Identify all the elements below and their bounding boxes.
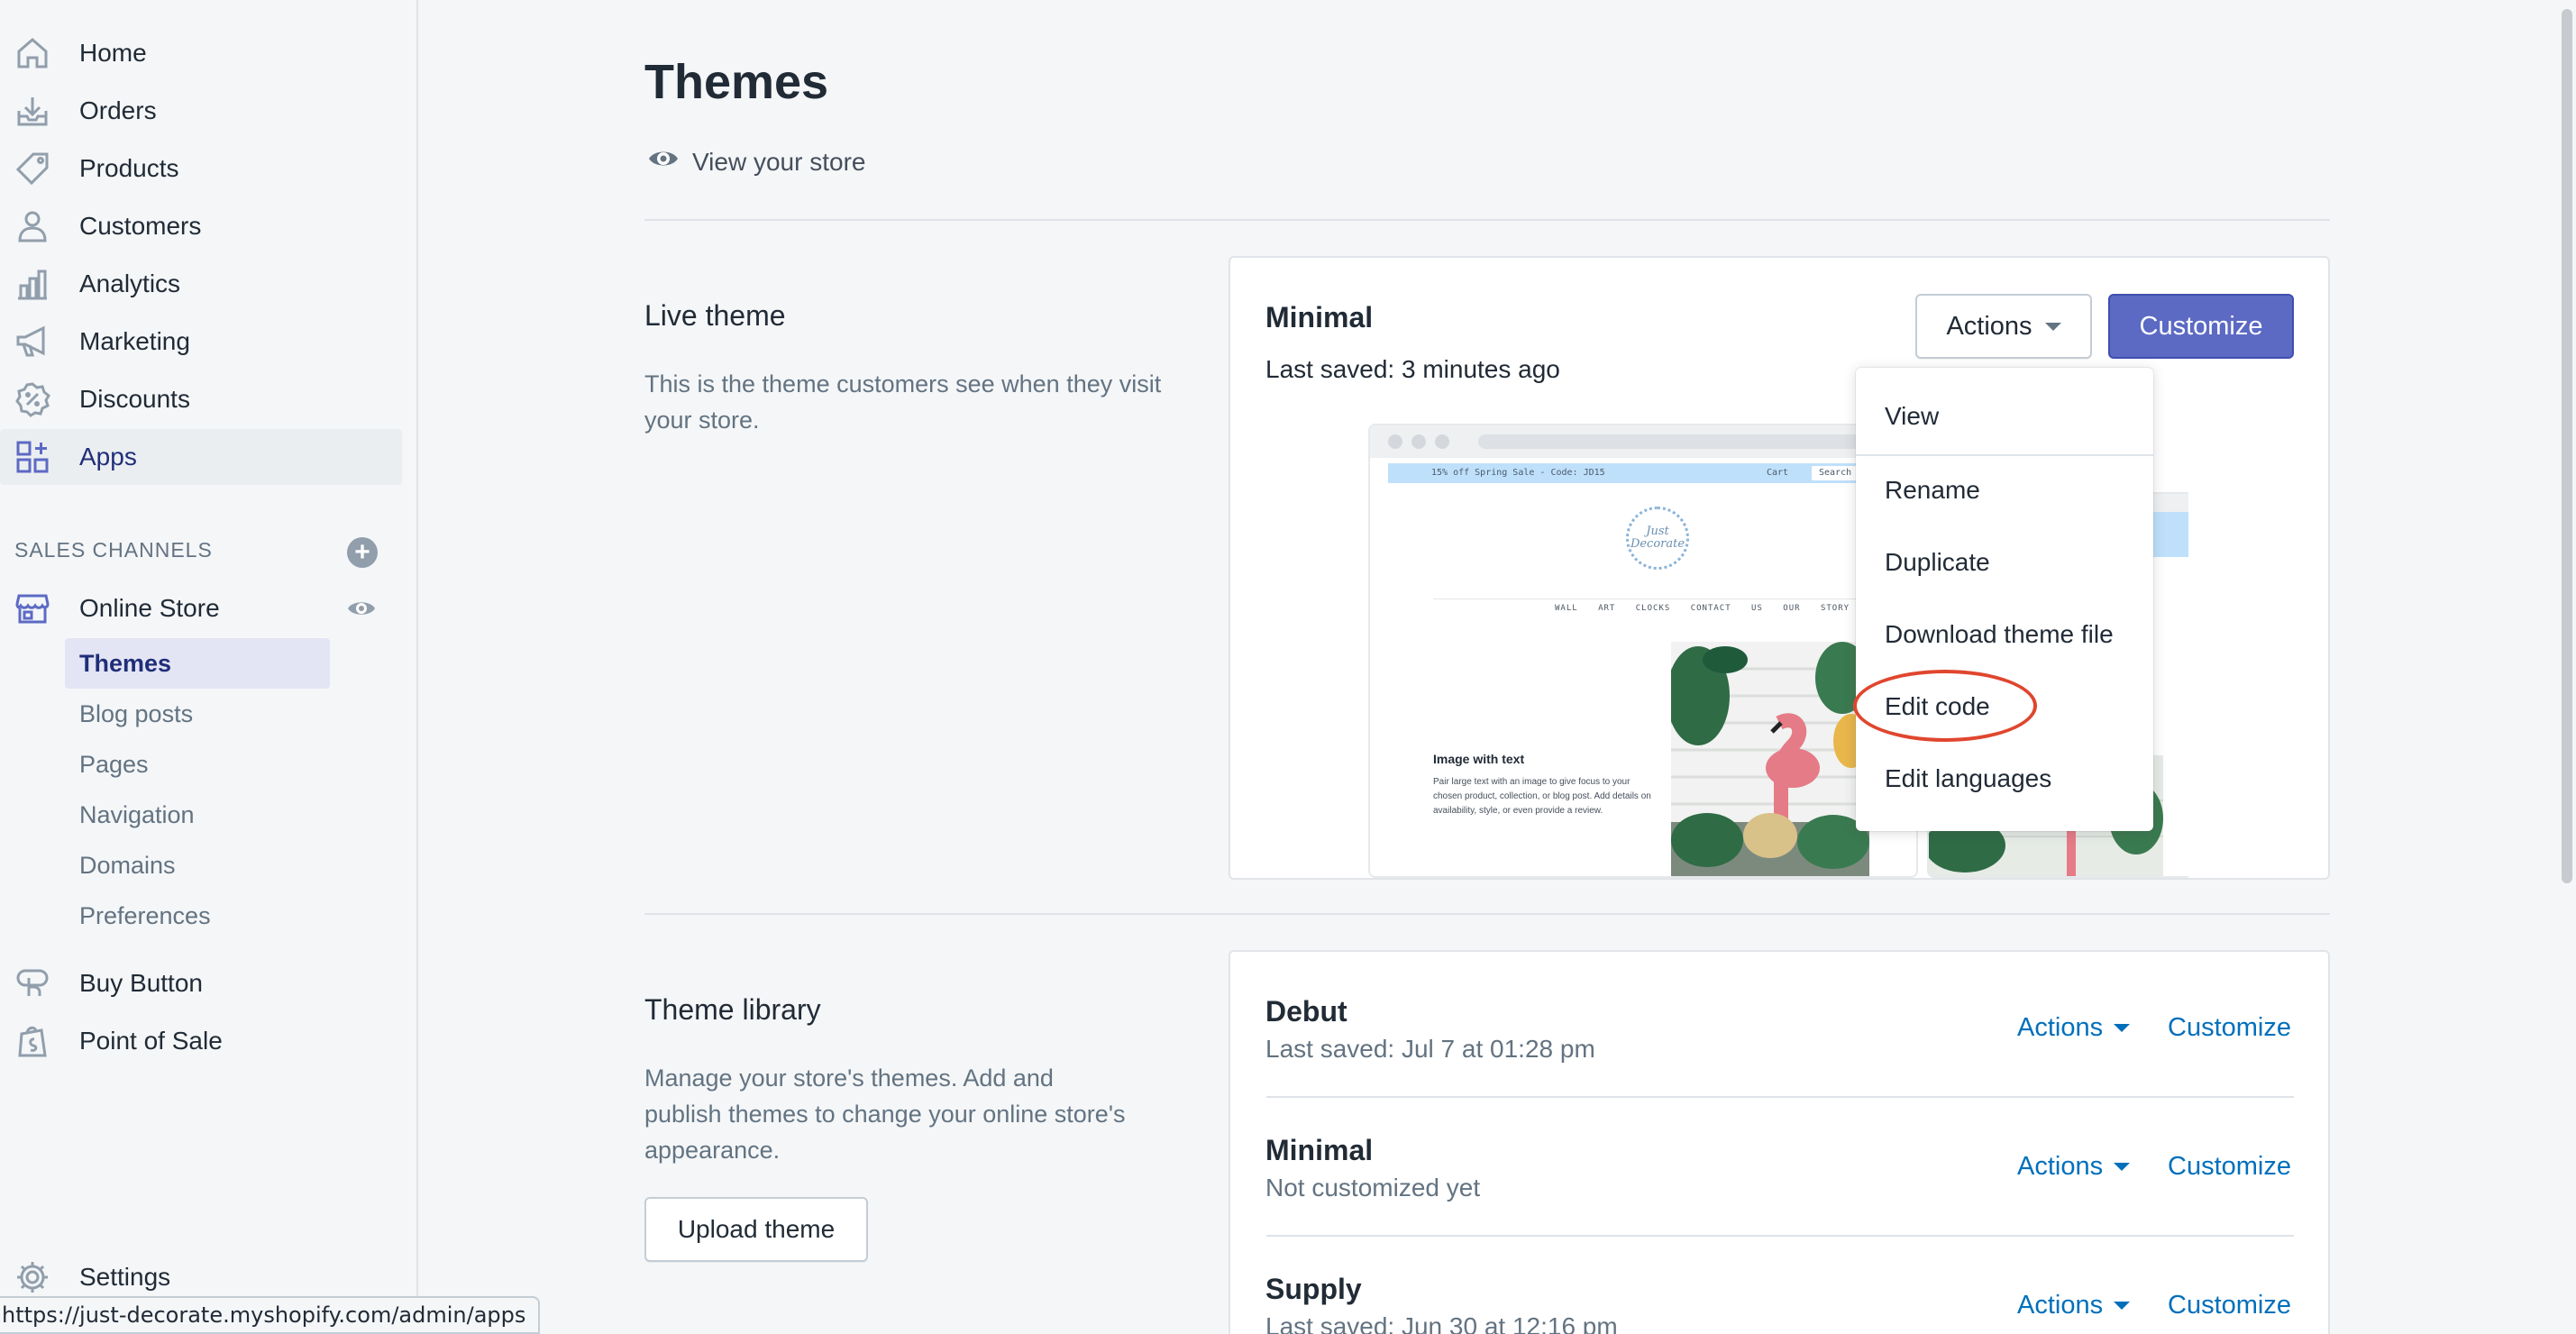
library-actions-supply[interactable]: Actions [2017, 1291, 2131, 1320]
orders-icon [13, 91, 52, 131]
live-theme-saved: Last saved: 3 minutes ago [1265, 355, 1560, 383]
nav-orders[interactable]: Orders [0, 83, 402, 139]
add-sales-channel-icon[interactable]: + [347, 537, 378, 568]
nav-customers[interactable]: Customers [0, 198, 402, 254]
nav-analytics-label: Analytics [79, 270, 181, 297]
theme-library-title: Theme library [644, 993, 821, 1026]
preview-desktop: 15% off Spring Sale - Code: JD15 Cart Se… [1368, 424, 1918, 878]
sub-pages[interactable]: Pages [65, 739, 330, 790]
megaphone-icon [13, 322, 52, 361]
library-customize-debut[interactable]: Customize [2168, 1013, 2291, 1043]
nav-marketing[interactable]: Marketing [0, 314, 402, 370]
header-divider [644, 219, 2330, 221]
view-online-store-eye-icon[interactable] [346, 595, 377, 622]
menu-item-duplicate[interactable]: Duplicate [1885, 548, 1990, 577]
live-theme-name: Minimal [1265, 301, 1374, 334]
discount-icon [13, 379, 52, 419]
row-divider [1266, 1096, 2294, 1098]
preview-announcement: 15% off Spring Sale - Code: JD15 Cart Se… [1388, 463, 1916, 483]
live-theme-customize-button[interactable]: Customize [2108, 294, 2294, 359]
theme-library-card [1229, 950, 2330, 1334]
sub-preferences[interactable]: Preferences [65, 891, 330, 941]
nav-products-label: Products [79, 154, 179, 182]
page-scrollbar-thumb[interactable] [2562, 9, 2572, 883]
nav-buy-button-label: Buy Button [79, 969, 203, 997]
library-theme-saved-minimal: Not customized yet [1265, 1174, 1481, 1202]
nav-online-store[interactable]: Online Store [0, 580, 402, 636]
view-store-label: View your store [692, 147, 866, 176]
library-theme-name-debut: Debut [1265, 995, 1347, 1028]
live-theme-description: This is the theme customers see when the… [644, 370, 1162, 434]
menu-divider [1856, 454, 2153, 456]
library-customize-supply[interactable]: Customize [2168, 1291, 2291, 1320]
sales-channels-header: SALES CHANNELS [14, 538, 213, 562]
theme-library-description: Manage your store's themes. Add and publ… [644, 1064, 1126, 1164]
section-divider [644, 913, 2330, 915]
nav-products[interactable]: Products [0, 141, 402, 196]
nav-point-of-sale[interactable]: Point of Sale [0, 1013, 402, 1069]
shopping-bag-icon [13, 1021, 52, 1061]
nav-marketing-label: Marketing [79, 327, 190, 355]
preview-image-body: Pair large text with an image to give fo… [1433, 777, 1651, 816]
library-actions-minimal[interactable]: Actions [2017, 1152, 2131, 1182]
nav-analytics[interactable]: Analytics [0, 256, 402, 312]
nav-discounts[interactable]: Discounts [0, 371, 402, 427]
nav-orders-label: Orders [79, 96, 157, 124]
nav-apps[interactable]: Apps [0, 429, 402, 485]
menu-item-download-theme-file[interactable]: Download theme file [1885, 620, 2114, 649]
preview-image-title: Image with text [1433, 752, 1525, 766]
home-icon [13, 33, 52, 73]
tag-icon [13, 149, 52, 188]
nav-home-label: Home [79, 39, 147, 67]
sub-domains[interactable]: Domains [65, 840, 330, 891]
person-icon [13, 206, 52, 246]
actions-label: Actions [1946, 311, 2032, 341]
caret-down-icon [2114, 1302, 2131, 1310]
menu-item-edit-languages[interactable]: Edit languages [1885, 764, 2051, 793]
view-store-link[interactable]: View your store [647, 142, 865, 181]
nav-discounts-label: Discounts [79, 385, 190, 413]
upload-theme-button[interactable]: Upload theme [644, 1197, 868, 1262]
live-theme-actions-button[interactable]: Actions [1915, 294, 2092, 359]
library-theme-saved-debut: Last saved: Jul 7 at 01:28 pm [1265, 1035, 1595, 1063]
actions-dropdown-menu: View Rename Duplicate Download theme fil… [1856, 368, 2153, 831]
menu-item-view[interactable]: View [1885, 402, 1939, 431]
preview-image [1671, 642, 1869, 876]
menu-item-rename[interactable]: Rename [1885, 476, 1980, 505]
library-customize-minimal[interactable]: Customize [2168, 1152, 2291, 1182]
edit-code-highlight-annotation [1853, 670, 2037, 742]
nav-point-of-sale-label: Point of Sale [79, 1027, 223, 1055]
nav-customers-label: Customers [79, 212, 202, 240]
sub-themes[interactable]: Themes [65, 638, 330, 689]
preview-menu: WALL ART CLOCKS CONTACT US OUR STORY [1555, 604, 1850, 613]
sidebar: Home Orders Products Customers Analytics… [0, 0, 418, 1334]
library-theme-name-supply: Supply [1265, 1273, 1362, 1305]
library-theme-saved-supply: Last saved: Jun 30 at 12:16 pm [1265, 1312, 1618, 1334]
eye-icon [647, 142, 680, 181]
library-actions-debut[interactable]: Actions [2017, 1013, 2131, 1043]
store-icon [13, 589, 52, 628]
caret-down-icon [2114, 1024, 2131, 1032]
page-title: Themes [644, 55, 829, 109]
nav-apps-label: Apps [79, 443, 137, 471]
bar-chart-icon [13, 264, 52, 304]
nav-online-store-label: Online Store [79, 594, 220, 622]
sub-blog-posts[interactable]: Blog posts [65, 689, 330, 739]
status-bar-url: https://just-decorate.myshopify.com/admi… [0, 1296, 541, 1334]
row-divider [1266, 1235, 2294, 1237]
buy-button-icon [13, 964, 52, 1003]
library-theme-name-minimal: Minimal [1265, 1134, 1374, 1166]
caret-down-icon [2044, 322, 2061, 331]
preview-logo: Just Decorate [1626, 507, 1689, 570]
sub-navigation[interactable]: Navigation [65, 790, 330, 840]
nav-buy-button[interactable]: Buy Button [0, 955, 402, 1011]
live-theme-title: Live theme [644, 299, 786, 332]
caret-down-icon [2114, 1163, 2131, 1171]
gear-icon [13, 1257, 52, 1297]
apps-icon [13, 437, 52, 477]
nav-settings-label: Settings [79, 1263, 171, 1291]
nav-home[interactable]: Home [0, 25, 402, 81]
